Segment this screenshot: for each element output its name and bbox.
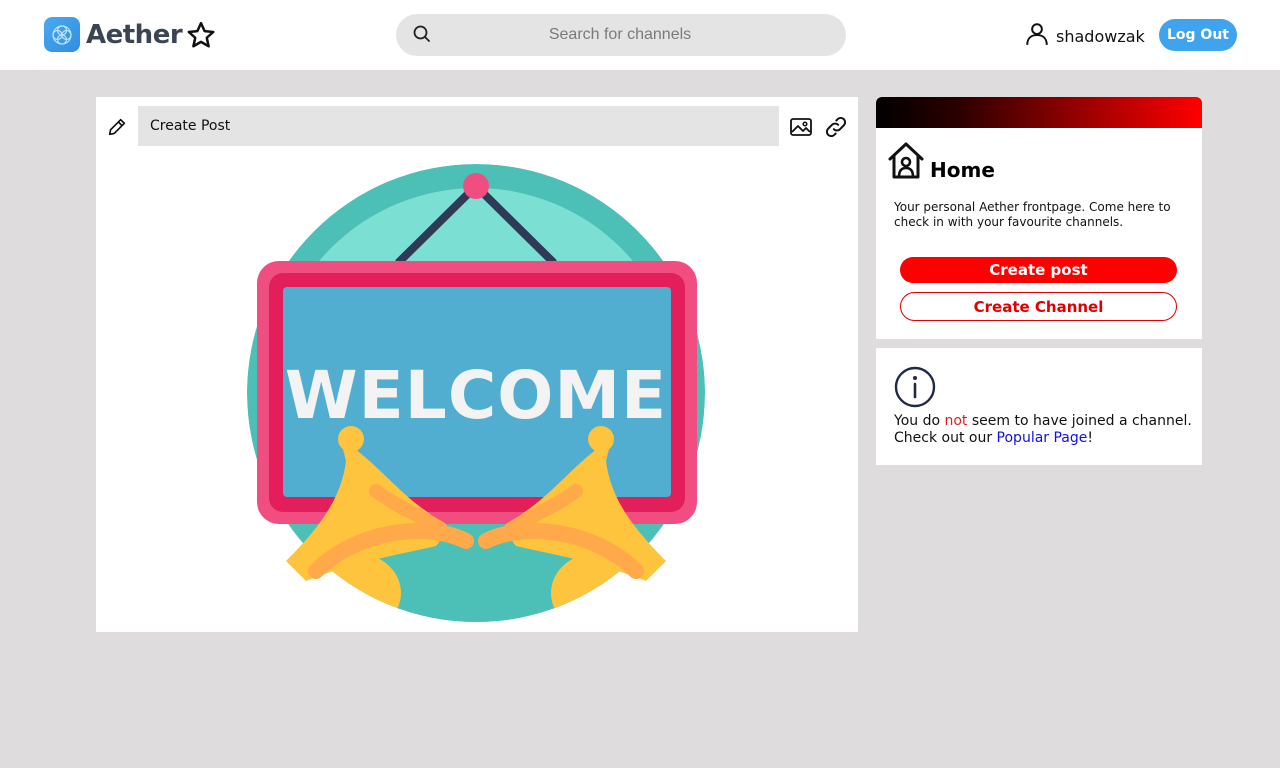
aether-logo[interactable]: Aether	[44, 17, 183, 52]
user-menu[interactable]: shadowzak	[1024, 21, 1145, 51]
welcome-illustration: WELCOME	[246, 161, 706, 624]
logo-text: Aether	[86, 19, 183, 50]
home-banner	[876, 97, 1202, 128]
image-icon[interactable]	[789, 115, 813, 139]
pencil-icon[interactable]	[106, 116, 128, 138]
create-post-button[interactable]: Create post	[900, 257, 1177, 283]
popular-page-link[interactable]: Popular Page	[997, 430, 1088, 446]
aether-logo-icon	[44, 17, 80, 52]
home-card: Home Your personal Aether frontpage. Com…	[876, 97, 1202, 339]
post-panel: Create Post WELCOME	[96, 97, 858, 632]
create-post-input[interactable]: Create Post	[138, 106, 779, 146]
home-title: Home	[930, 158, 995, 182]
welcome-text: WELCOME	[285, 357, 667, 434]
user-icon	[1024, 21, 1050, 51]
no-channels-message: You do not seem to have joined a channel…	[894, 413, 1194, 447]
home-icon	[887, 140, 925, 180]
logout-button[interactable]: Log Out	[1159, 19, 1237, 51]
username: shadowzak	[1056, 26, 1145, 46]
info-icon	[894, 366, 936, 408]
search-icon[interactable]	[412, 24, 432, 44]
no-channels-card: You do not seem to have joined a channel…	[876, 348, 1202, 465]
link-icon[interactable]	[823, 114, 849, 140]
search-input[interactable]	[440, 14, 800, 56]
top-header: Aether shadowzak Log Out	[0, 0, 1280, 70]
home-description: Your personal Aether frontpage. Come her…	[894, 200, 1171, 229]
create-channel-button[interactable]: Create Channel	[900, 292, 1177, 321]
star-icon[interactable]	[186, 20, 216, 50]
info-text-highlight: not	[944, 413, 968, 429]
info-text-start: You do	[894, 413, 945, 429]
info-text-end: !	[1087, 430, 1094, 446]
